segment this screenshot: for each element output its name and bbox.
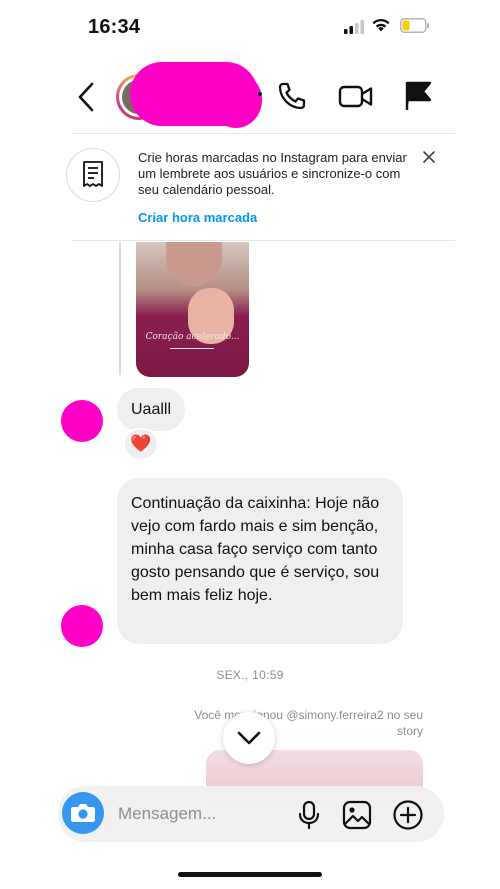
shared-story-thumbnail[interactable]: Coração acelerado... [136, 242, 249, 377]
gallery-icon[interactable] [342, 800, 372, 830]
chevron-down-icon [237, 731, 261, 745]
video-camera-icon[interactable] [338, 81, 374, 111]
create-appointment-link[interactable]: Criar hora marcada [138, 210, 257, 225]
header-divider [72, 133, 455, 134]
scroll-to-bottom-button[interactable] [223, 712, 275, 764]
story-caption-underline [170, 348, 214, 349]
reply-thread-line [119, 242, 121, 375]
close-icon[interactable] [421, 149, 437, 165]
camera-button[interactable] [62, 792, 104, 834]
microphone-icon[interactable] [297, 800, 321, 830]
status-time: 16:34 [88, 16, 141, 38]
story-caption: Coração acelerado... [145, 332, 240, 342]
header-separator-dot [258, 92, 262, 96]
banner-divider [72, 240, 455, 241]
redaction-mark [210, 72, 262, 128]
story-person-image [166, 242, 222, 286]
add-circle-icon[interactable] [392, 799, 424, 831]
banner-icon-circle [66, 148, 120, 202]
sender-avatar[interactable] [61, 400, 103, 442]
receipt-icon [83, 161, 103, 187]
battery-icon [400, 18, 429, 33]
sender-avatar[interactable] [61, 605, 103, 647]
message-bubble[interactable]: Uaalll [117, 388, 186, 431]
banner-description: Crie horas marcadas no Instagram para en… [138, 150, 407, 197]
heart-reaction-icon[interactable]: ❤️ [123, 428, 159, 460]
message-bubble[interactable]: Continuação da caixinha: Hoje não vejo c… [117, 478, 403, 644]
home-indicator [178, 872, 322, 877]
wifi-icon [372, 18, 390, 32]
message-timestamp: SEX., 10:59 [216, 668, 284, 682]
camera-icon [71, 804, 95, 822]
phone-icon[interactable] [276, 80, 308, 112]
cellular-signal-icon [344, 20, 364, 34]
message-input[interactable] [118, 803, 288, 825]
back-chevron-icon[interactable] [72, 80, 102, 114]
flag-icon[interactable] [403, 79, 433, 113]
